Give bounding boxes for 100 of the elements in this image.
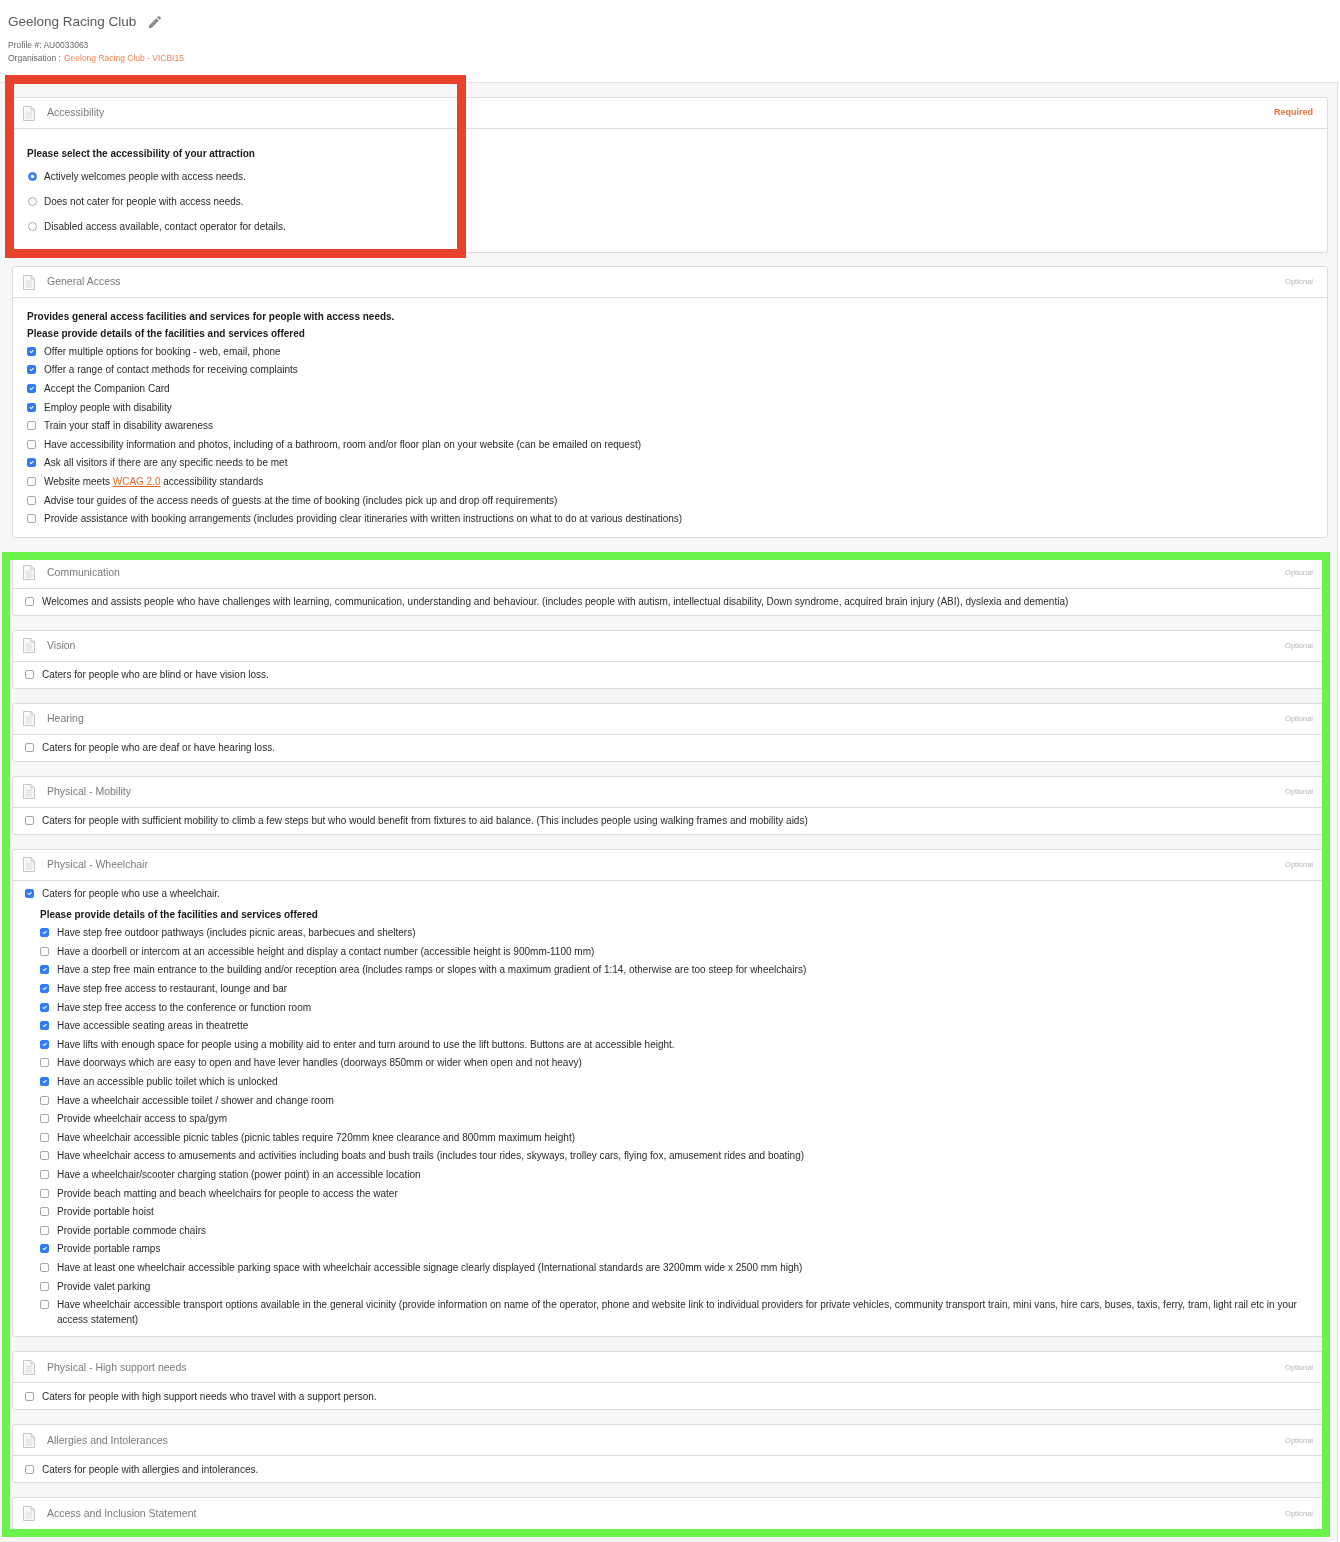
checkbox[interactable] xyxy=(27,514,36,524)
checkbox[interactable] xyxy=(40,946,49,956)
option-label: Have an accessible public toilet which is unlocked xyxy=(57,1075,279,1089)
option-label: Have doorways which are easy to open and have lever handles (doorways 850mm or wider when open and not heavy) xyxy=(57,1056,583,1071)
option-label: Provide beach matting and beach wheelchairs for people to access the water xyxy=(57,1186,399,1201)
option-label: Caters for people who are deaf or have hearing loss. xyxy=(42,741,276,756)
checkbox[interactable] xyxy=(40,1188,49,1198)
section-title: Communication xyxy=(47,565,120,581)
option-label: Provide assistance with booking arrangements (includes providing clear itineraries with written instructions on what to do at various destinations) xyxy=(44,512,684,527)
checkbox[interactable] xyxy=(25,1391,34,1401)
option-label: Provide portable commode chairs xyxy=(57,1223,207,1238)
option-label: Have lifts with enough space for people using a mobility aid to enter and turn around to use the lift buttons. Buttons are at accessible height. xyxy=(57,1037,676,1052)
option-label: Disabled access available, contact operator for details. xyxy=(44,220,287,234)
checkbox[interactable] xyxy=(40,1207,49,1217)
checkbox[interactable] xyxy=(40,1225,49,1235)
checkbox[interactable] xyxy=(25,816,34,826)
option-label: Caters for people with allergies and intolerances. xyxy=(42,1462,260,1477)
document-icon xyxy=(23,565,35,581)
option-label: Have at least one wheelchair accessible parking space with wheelchair accessible signage clearly displayed (International standards are 3200mm wide x 2500 mm high) xyxy=(57,1260,804,1275)
checkbox[interactable] xyxy=(40,1244,49,1254)
radio-button[interactable] xyxy=(28,222,37,231)
section-title: Physical - Wheelchair xyxy=(47,857,148,873)
checkbox[interactable] xyxy=(40,1132,49,1142)
option-label: Have a doorbell or intercom at an accessible height and display a contact number (accessible height is 900mm-1100 mm) xyxy=(57,944,596,959)
intro-text: Provides general access facilities and services for people with access needs. xyxy=(27,310,396,324)
option-label: Have wheelchair accessible transport options available in the general vicinity (provide information on name of the operator, phone and website link to individual providers for private vehicles, community transport train, mini vans, hire cars, buses, taxis, ferry, tram, light rail etc in your access statement) xyxy=(57,1298,1298,1328)
question-text: Please select the accessibility of your attraction xyxy=(27,147,256,161)
option-label: Train your staff in disability awareness xyxy=(44,419,214,434)
option-label: Offer a range of contact methods for receiving complaints xyxy=(44,363,299,378)
option-label: Caters for people who are blind or have vision loss. xyxy=(42,668,270,683)
section-title: Hearing xyxy=(47,711,84,727)
required-label: Required xyxy=(1274,106,1313,120)
checkbox[interactable] xyxy=(40,1300,49,1310)
checkbox[interactable] xyxy=(40,1021,49,1031)
details-heading: Please provide details of the facilities and services offered xyxy=(40,908,319,923)
checkbox[interactable] xyxy=(40,1095,49,1105)
checkbox[interactable] xyxy=(25,597,34,607)
option-label: Have a wheelchair/scooter charging station (power point) in an accessible location xyxy=(57,1167,422,1182)
document-icon xyxy=(23,274,35,290)
checkbox[interactable] xyxy=(40,984,49,993)
option-label: Provide portable ramps xyxy=(57,1242,162,1257)
checkbox[interactable] xyxy=(25,1464,34,1474)
checkbox[interactable] xyxy=(27,365,36,375)
section-title: General Access xyxy=(47,274,121,290)
option-label: Have step free outdoor pathways (includes picnic areas, barbecues and shelters) xyxy=(57,926,417,941)
option-label: Have wheelchair access to amusements and activities including boats and bush trails (includes tour rides, skyways, trolley cars, flying fox, amusement rides and boating) xyxy=(57,1149,806,1164)
option-label: Provide valet parking xyxy=(57,1279,152,1294)
organisation-link[interactable]: Geelong Racing Club - VICBI15 xyxy=(63,52,184,65)
checkbox[interactable] xyxy=(40,1002,49,1012)
details-heading: Please provide details of the facilities and services offered xyxy=(27,327,306,341)
section-title: Accessibility xyxy=(47,105,105,121)
document-icon xyxy=(23,1359,35,1375)
checkbox[interactable] xyxy=(40,1151,49,1161)
option-label: Have a wheelchair accessible toilet / shower and change room xyxy=(57,1093,335,1108)
section-title: Access and Inclusion Statement xyxy=(47,1506,197,1522)
option-label: Caters for people with sufficient mobility to climb a few steps but who would benefit from fixtures to aid balance. (This includes people using walking frames and mobility aids) xyxy=(42,814,809,829)
checkbox[interactable] xyxy=(40,965,49,975)
checkbox[interactable] xyxy=(40,928,49,938)
option-label: Welcomes and assists people who have challenges with learning, communication, understanding and behaviour. (includes people with autism, intellectual disability, Down syndrome, acquired brain injury (ABI), dyslexia and dementia) xyxy=(42,595,1070,610)
checkbox[interactable] xyxy=(27,421,36,431)
option-label: Caters for people who use a wheelchair. xyxy=(42,887,221,902)
section-title: Physical - High support needs xyxy=(47,1359,187,1375)
checkbox[interactable] xyxy=(25,743,34,753)
checkbox[interactable] xyxy=(40,1114,49,1124)
pencil-icon[interactable] xyxy=(149,16,162,28)
checkbox[interactable] xyxy=(27,495,36,505)
checkbox[interactable] xyxy=(25,670,34,680)
option-label: Provide wheelchair access to spa/gym xyxy=(57,1112,229,1127)
wcag-link[interactable]: WCAG 2.0 xyxy=(112,475,161,487)
option-label: Ask all visitors if there are any specific needs to be met xyxy=(44,456,289,471)
checkbox[interactable] xyxy=(27,476,36,486)
section-title: Vision xyxy=(47,638,76,654)
checkbox[interactable] xyxy=(40,1262,49,1272)
section-title: Physical - Mobility xyxy=(47,784,132,800)
radio-button[interactable] xyxy=(28,172,37,181)
radio-button[interactable] xyxy=(28,197,37,206)
checkbox[interactable] xyxy=(40,1058,49,1068)
organisation-label: Organisation : xyxy=(8,52,61,65)
checkbox[interactable] xyxy=(27,384,36,393)
document-icon xyxy=(23,638,35,654)
checkbox[interactable] xyxy=(27,458,36,468)
document-icon xyxy=(23,105,35,121)
section-title: Allergies and Intolerances xyxy=(47,1432,168,1448)
option-label: Have step free access to restaurant, lounge and bar xyxy=(57,982,289,996)
checkbox[interactable] xyxy=(40,1039,49,1049)
checkbox[interactable] xyxy=(40,1077,49,1086)
checkbox[interactable] xyxy=(40,1169,49,1179)
checkbox[interactable] xyxy=(27,439,36,449)
checkbox[interactable] xyxy=(25,889,34,899)
option-label: Advise tour guides of the access needs of guests at the time of booking (includes pick up and drop off requirements) xyxy=(44,493,559,508)
document-icon xyxy=(23,711,35,727)
option-label: Have wheelchair accessible picnic tables (picnic tables require 720mm knee clearance and 800mm maximum height) xyxy=(57,1130,577,1145)
option-label: Caters for people with high support needs who travel with a support person. xyxy=(42,1389,378,1404)
checkbox[interactable] xyxy=(27,402,36,412)
document-icon xyxy=(23,857,35,873)
checkbox[interactable] xyxy=(40,1281,49,1291)
document-icon xyxy=(23,1432,35,1448)
option-label: Website meets WCAG 2.0 accessibility standards xyxy=(44,474,265,489)
option-label: Accept the Companion Card xyxy=(44,382,171,396)
checkbox[interactable] xyxy=(27,346,36,356)
